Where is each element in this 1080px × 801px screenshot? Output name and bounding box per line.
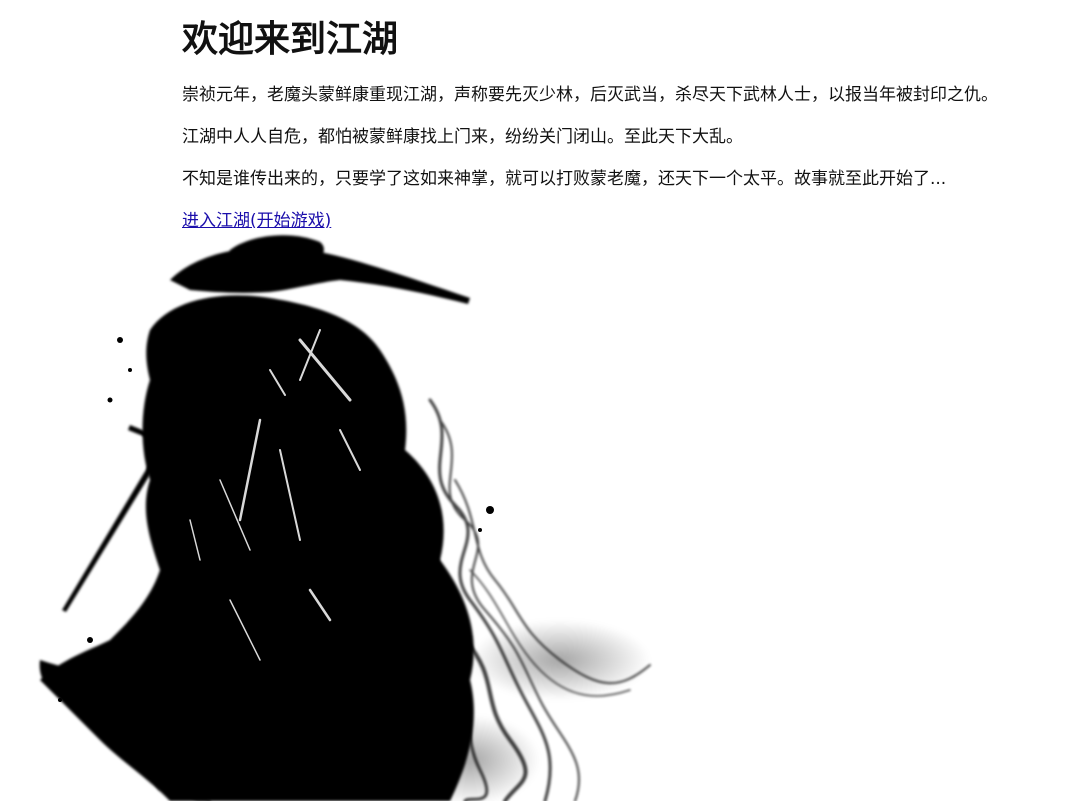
story-paragraph-2: 江湖中人人自危，都怕被蒙鲜康找上门来，纷纷关门闭山。至此天下大乱。 [182, 127, 743, 147]
story-text: 崇祯元年，老魔头蒙鲜康重现江湖，声称要先灭少林，后灭武当，杀尽天下武林人士，以报… [182, 82, 1062, 192]
story-paragraph-3: 不知是谁传出来的，只要学了这如来神掌，就可以打败蒙老魔，还天下一个太平。故事就至… [182, 169, 947, 189]
intro-content: 欢迎来到江湖 崇祯元年，老魔头蒙鲜康重现江湖，声称要先灭少林，后灭武当，杀尽天下… [182, 14, 1062, 234]
ink-swordsman-icon [39, 235, 651, 801]
story-paragraph-1: 崇祯元年，老魔头蒙鲜康重现江湖，声称要先灭少林，后灭武当，杀尽天下武林人士，以报… [182, 85, 998, 105]
page-title: 欢迎来到江湖 [182, 19, 399, 60]
